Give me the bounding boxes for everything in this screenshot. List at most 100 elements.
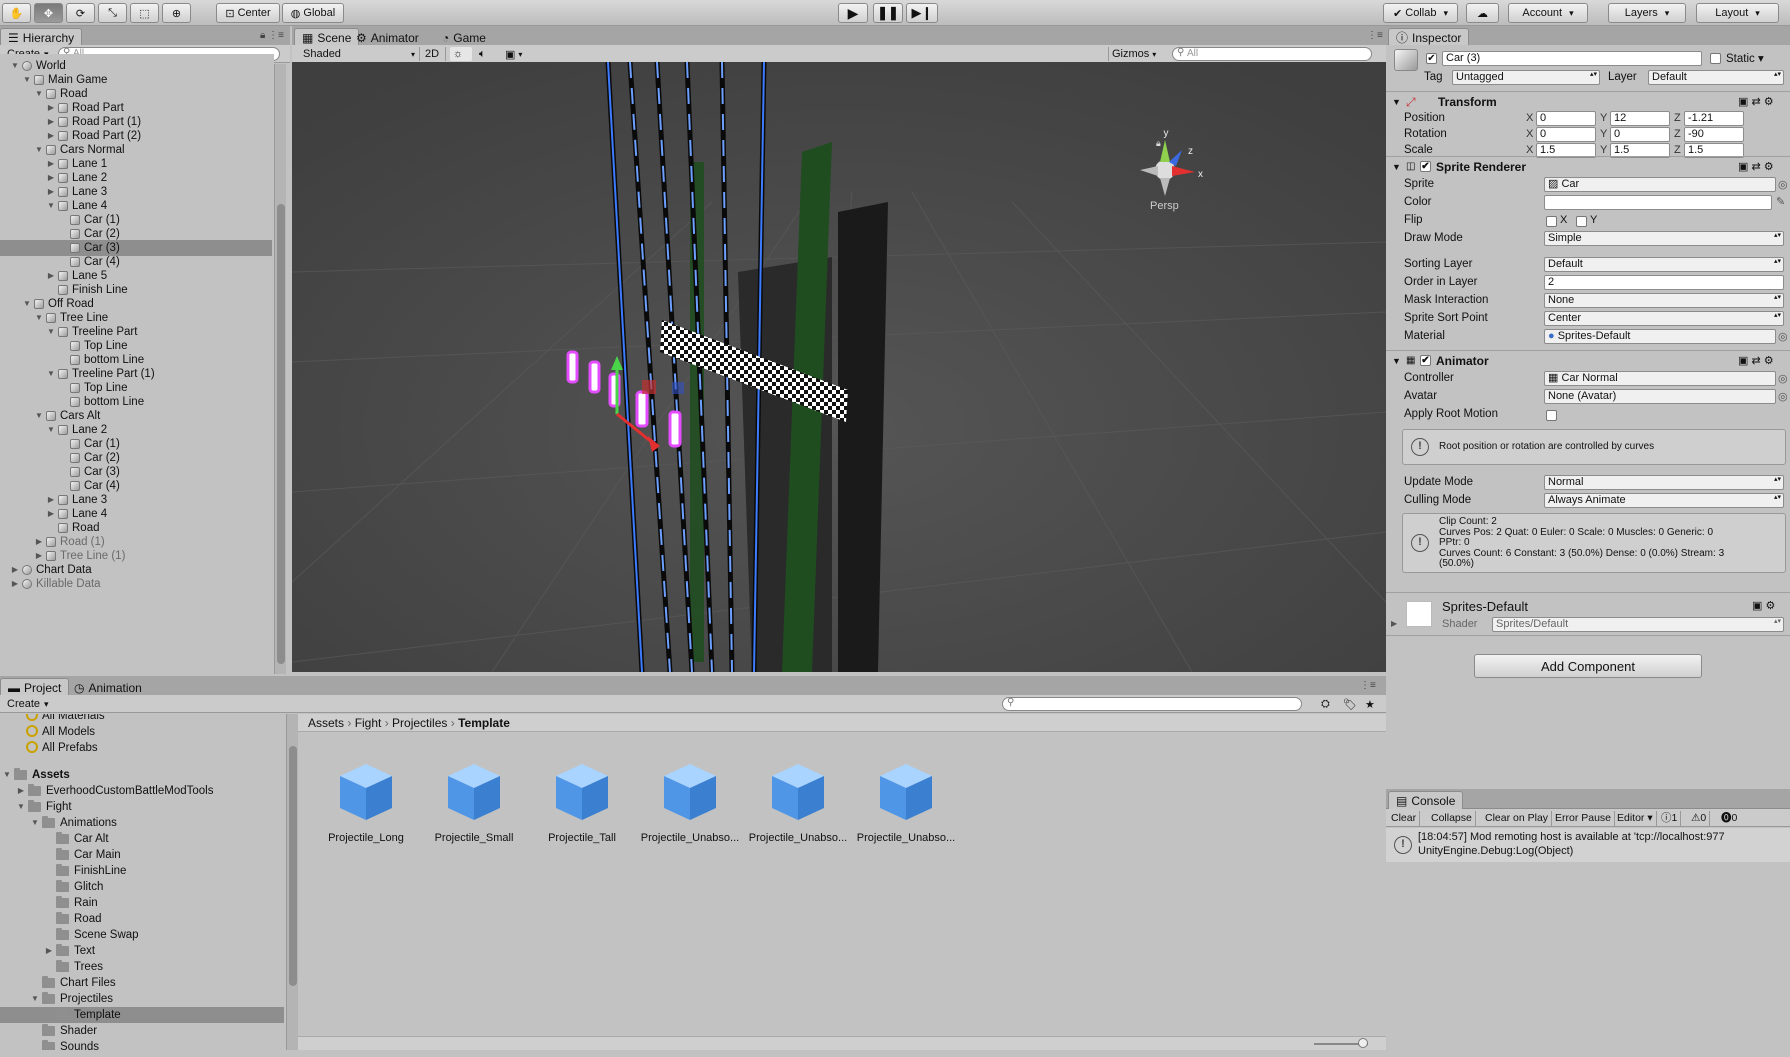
object-picker-icon[interactable]: ◎ [1778, 372, 1788, 385]
asset-tile[interactable]: Projectile_Unabso... [748, 762, 848, 844]
effects-dropdown[interactable]: ▣ ▾ [502, 47, 536, 61]
step-button[interactable]: ▶❙ [906, 3, 938, 23]
breadcrumb-item[interactable]: Template [458, 716, 510, 730]
culling-mode-dropdown[interactable]: Always Animate [1544, 493, 1784, 508]
project-folder-item[interactable]: Chart Files [0, 975, 284, 991]
transform-position-z-field[interactable]: -1.21 [1684, 111, 1744, 126]
project-menu-icon[interactable]: ⋮≡ [1360, 680, 1376, 691]
project-folder-item[interactable]: Scene Swap [0, 927, 284, 943]
animator-enabled-checkbox[interactable]: ✔ [1420, 355, 1431, 366]
active-checkbox[interactable]: ✔ [1426, 53, 1437, 64]
transform-rotation-y-field[interactable]: 0 [1610, 127, 1670, 142]
foldout-arrow-icon[interactable]: ▼ [2, 767, 12, 783]
add-component-button[interactable]: Add Component [1474, 654, 1702, 678]
foldout-arrow-icon[interactable]: ▶ [16, 783, 26, 799]
scene-search-input[interactable]: All [1172, 47, 1372, 61]
project-folder-item[interactable]: ▼ Animations [0, 815, 284, 831]
console-error-pause-button[interactable]: Error Pause [1552, 811, 1616, 826]
asset-tile[interactable]: Projectile_Tall [532, 762, 632, 844]
breadcrumb-item[interactable]: Assets [308, 716, 344, 730]
console-error-count[interactable]: ⓿0 [1718, 811, 1740, 826]
favorite-star-icon[interactable]: ★ [1362, 697, 1378, 711]
project-folder-item[interactable]: ▼ Fight [0, 799, 284, 815]
hierarchy-scroll-thumb[interactable] [277, 204, 285, 664]
audio-toggle[interactable]: 🔈︎ [476, 47, 498, 61]
tag-dropdown[interactable]: Untagged [1452, 70, 1600, 85]
project-folder-item[interactable]: Glitch [0, 879, 284, 895]
sprite-sort-point-dropdown[interactable]: Center [1544, 311, 1784, 326]
project-folder-item[interactable]: ▼ Projectiles [0, 991, 284, 1007]
scene-menu-icon[interactable]: ⋮≡ [1367, 30, 1383, 41]
icon-size-slider-handle[interactable] [1358, 1038, 1368, 1048]
project-create-dropdown[interactable]: Create [4, 697, 52, 711]
lock-icon[interactable]: 🔒︎ ⋮≡ [260, 30, 284, 41]
transform-position-x-field[interactable]: 0 [1536, 111, 1596, 126]
asset-tile[interactable]: Projectile_Unabso... [640, 762, 740, 844]
object-picker-icon[interactable]: ◎ [1778, 330, 1788, 343]
controller-field[interactable]: ▦ Car Normal [1544, 371, 1776, 386]
transform-rotation-x-field[interactable]: 0 [1536, 127, 1596, 142]
foldout-arrow-icon[interactable]: ▶ [44, 943, 54, 959]
sprite-renderer-header[interactable]: ▼ ◫ ✔ Sprite Renderer ▣ ⇄ ⚙ [1386, 156, 1790, 176]
hierarchy-scrollbar[interactable] [274, 64, 286, 674]
console-warning-count[interactable]: ⚠0 [1688, 811, 1711, 826]
tab-animation[interactable]: ◷ Animation [66, 678, 150, 696]
object-picker-icon[interactable]: ◎ [1778, 390, 1788, 403]
transform-position-y-field[interactable]: 12 [1610, 111, 1670, 126]
foldout-arrow-icon[interactable]: ▶ [10, 576, 20, 592]
pivot-toggle[interactable]: ⊡ Center [216, 3, 280, 23]
flip-y-checkbox[interactable] [1576, 216, 1587, 227]
sorting-layer-dropdown[interactable]: Default [1544, 257, 1784, 272]
tab-inspector[interactable]: ⓘ Inspector [1388, 28, 1470, 46]
console-clear-button[interactable]: Clear [1388, 811, 1421, 826]
project-folder-item[interactable]: ▶ EverhoodCustomBattleModTools [0, 783, 284, 799]
project-folder-item[interactable]: ▶ Text [0, 943, 284, 959]
transform-rotation-z-field[interactable]: -90 [1684, 127, 1744, 142]
move-tool-button[interactable]: ✥ [34, 3, 63, 23]
tab-project[interactable]: ▬ Project [0, 678, 70, 696]
project-folder-item[interactable]: FinishLine [0, 863, 284, 879]
hierarchy-item[interactable]: ▶ Killable Data [0, 576, 272, 592]
order-in-layer-field[interactable]: 2 [1544, 275, 1784, 290]
tab-console[interactable]: ▤ Console [1388, 791, 1464, 809]
foldout-arrow-icon[interactable]: ▼ [16, 799, 26, 815]
object-picker-icon[interactable]: ◎ [1778, 178, 1788, 191]
mask-interaction-dropdown[interactable]: None [1544, 293, 1784, 308]
favorite-item[interactable]: All Materials [0, 714, 284, 724]
projection-label[interactable]: Persp [1150, 200, 1179, 212]
project-folder-item[interactable]: Template [0, 1007, 284, 1023]
shader-dropdown[interactable]: Sprites/Default [1492, 617, 1784, 632]
project-folder-item[interactable]: ▼ Assets [0, 767, 284, 783]
tab-game[interactable]: ◔ Game [434, 28, 494, 46]
tab-animator[interactable]: ⚙ Animator [348, 28, 427, 46]
foldout-arrow-icon[interactable]: ▼ [30, 815, 40, 831]
sprite-field[interactable]: ▨ Car [1544, 177, 1776, 192]
breadcrumb-item[interactable]: Fight [355, 716, 382, 730]
pause-button[interactable]: ❚❚ [873, 3, 903, 23]
console-editor-dropdown[interactable]: Editor ▾ [1614, 811, 1657, 826]
console-info-count[interactable]: ⓘ1 [1658, 811, 1682, 826]
static-checkbox[interactable] [1710, 53, 1721, 64]
project-folder-item[interactable]: Shader [0, 1023, 284, 1039]
project-folder-item[interactable]: Trees [0, 959, 284, 975]
update-mode-dropdown[interactable]: Normal [1544, 475, 1784, 490]
transform-header[interactable]: ▼ ⤢ Transform ▣ ⇄ ⚙ [1386, 91, 1790, 111]
foldout-arrow-icon[interactable]: ▼ [30, 991, 40, 1007]
project-folder-item[interactable]: Sounds [0, 1039, 284, 1050]
project-folder-item[interactable]: Car Main [0, 847, 284, 863]
apply-root-motion-checkbox[interactable] [1546, 410, 1557, 421]
transform-tool-button[interactable]: ⊕ [162, 3, 191, 23]
scale-tool-button[interactable]: ⤡ [98, 3, 127, 23]
tab-hierarchy[interactable]: ☰ Hierarchy [0, 28, 83, 46]
avatar-field[interactable]: None (Avatar) [1544, 389, 1776, 404]
lighting-toggle[interactable]: ☼ [450, 47, 472, 61]
eyedropper-icon[interactable]: ✎ [1776, 195, 1785, 208]
console-collapse-button[interactable]: Collapse [1428, 811, 1476, 826]
project-folder-item[interactable]: Road [0, 911, 284, 927]
rotate-tool-button[interactable]: ⟳ [66, 3, 95, 23]
collab-dropdown[interactable]: ✔ Collab [1383, 3, 1458, 23]
scene-viewport[interactable]: y z x 🔒︎ Persp [292, 62, 1386, 672]
project-tree-scroll-thumb[interactable] [289, 746, 297, 986]
animator-header[interactable]: ▼ ▦ ✔ Animator ▣ ⇄ ⚙ [1386, 350, 1790, 370]
flip-x-checkbox[interactable] [1546, 216, 1557, 227]
